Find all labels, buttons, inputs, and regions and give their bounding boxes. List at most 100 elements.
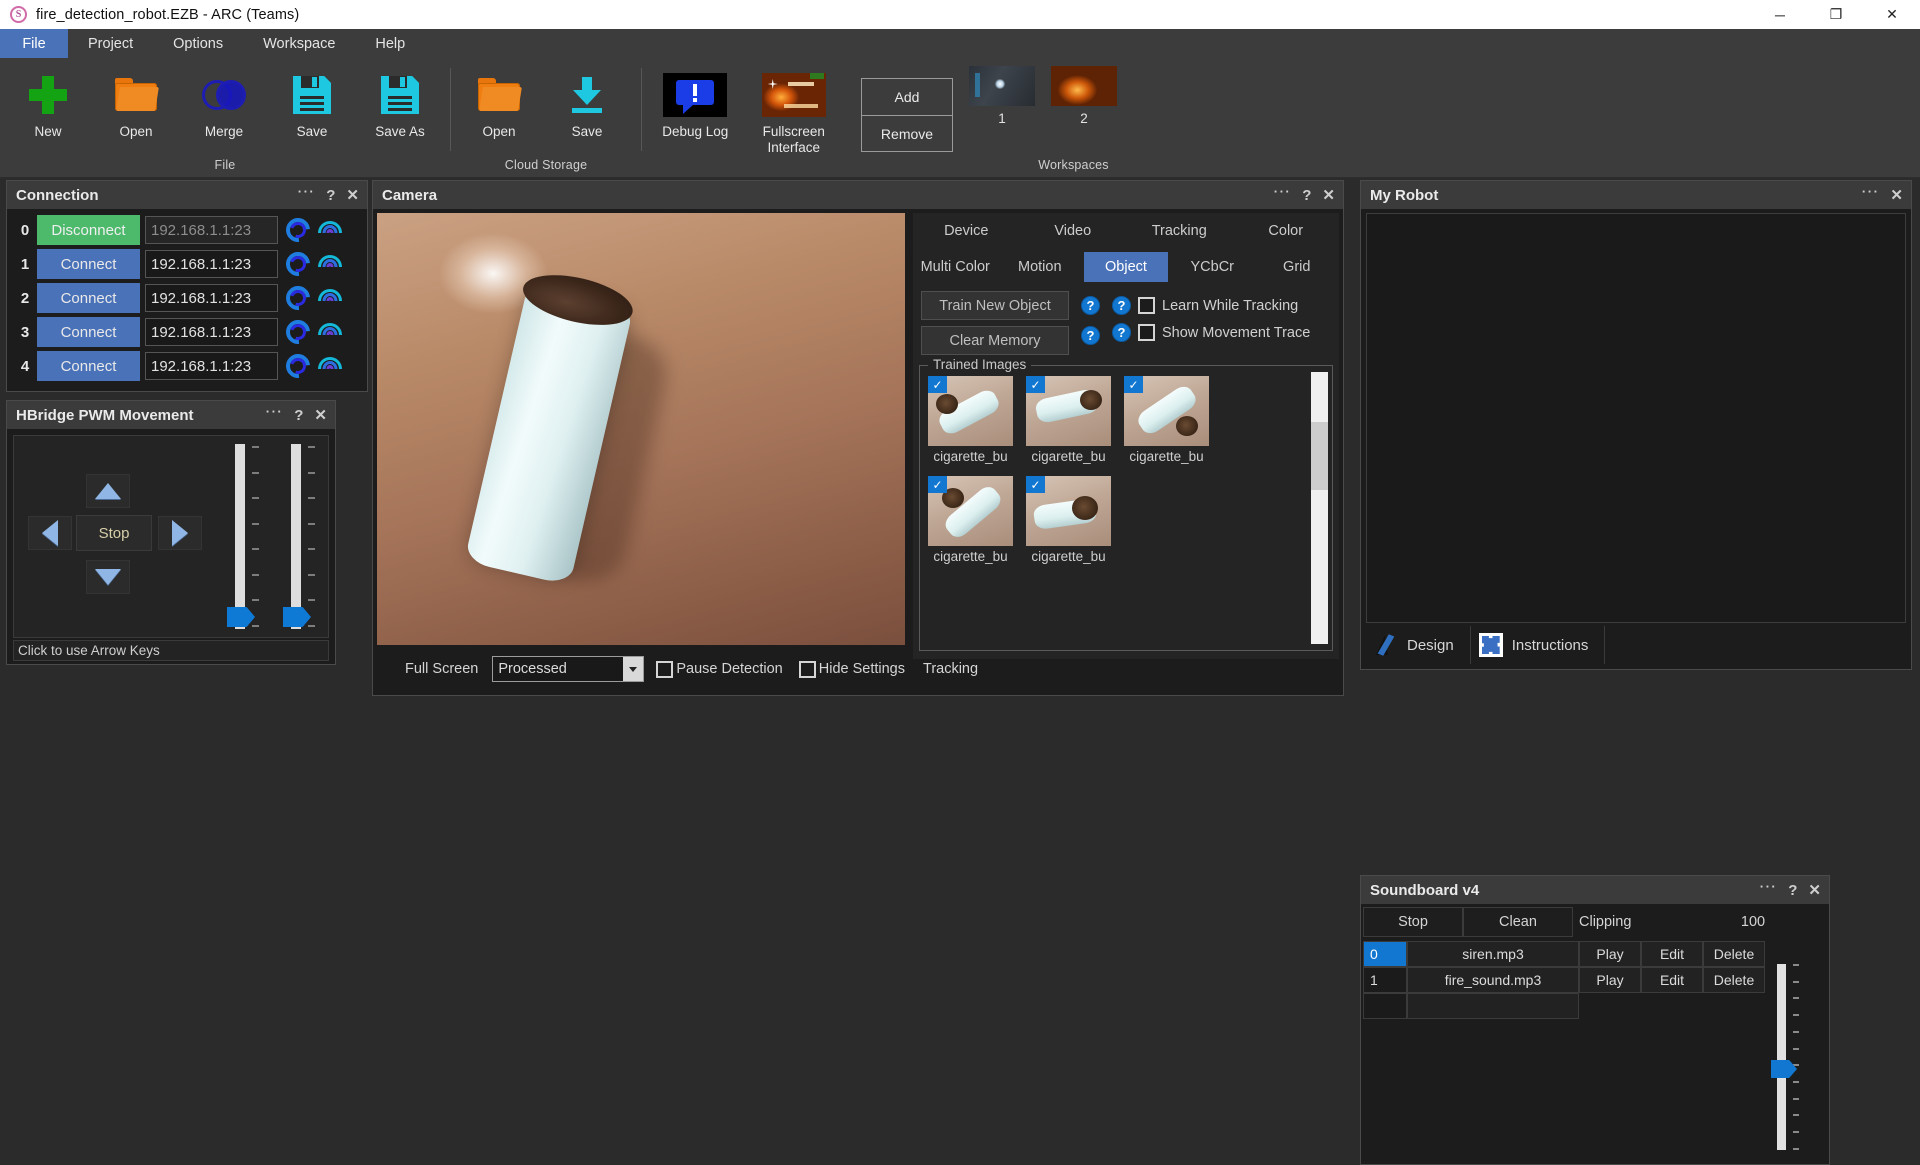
- menu-item-project[interactable]: Project: [68, 29, 153, 58]
- maximize-button[interactable]: ❐: [1808, 0, 1864, 29]
- move-right-button[interactable]: [158, 516, 202, 550]
- sound-file-name[interactable]: fire_sound.mp3: [1407, 967, 1579, 993]
- ribbon-save-as-button[interactable]: Save As: [356, 66, 444, 140]
- trained-images-scrollbar[interactable]: [1311, 372, 1328, 644]
- connection-toggle-button-0[interactable]: Disconnect: [37, 215, 140, 245]
- sync-icon[interactable]: [285, 319, 311, 345]
- wifi-icon[interactable]: [317, 253, 343, 275]
- sound-edit-button[interactable]: Edit: [1641, 967, 1703, 993]
- right-slider-thumb[interactable]: [283, 607, 311, 627]
- hbridge-close-button[interactable]: ✕: [314, 408, 327, 423]
- ribbon-save-button[interactable]: Save: [268, 66, 356, 140]
- menu-item-workspace[interactable]: Workspace: [243, 29, 355, 58]
- trained-image-checkbox[interactable]: ✓: [928, 476, 947, 493]
- menu-item-options[interactable]: Options: [153, 29, 243, 58]
- menu-item-file[interactable]: File: [0, 29, 68, 58]
- sound-delete-button[interactable]: Delete: [1703, 967, 1765, 993]
- wifi-icon[interactable]: [317, 321, 343, 343]
- connection-toggle-button-4[interactable]: Connect: [37, 351, 140, 381]
- connection-toggle-button-2[interactable]: Connect: [37, 283, 140, 313]
- trained-image-item[interactable]: ✓ cigarette_bu: [1124, 376, 1209, 464]
- connection-ip-input-0[interactable]: 192.168.1.1:23: [145, 216, 278, 244]
- soundboard-volume-slider[interactable]: [1773, 964, 1819, 1150]
- my-robot-close-button[interactable]: ✕: [1890, 188, 1903, 203]
- connection-ip-input-1[interactable]: 192.168.1.1:23: [145, 250, 278, 278]
- connection-ip-input-3[interactable]: 192.168.1.1:23: [145, 318, 278, 346]
- workspace-item-1[interactable]: 1: [961, 66, 1043, 126]
- stop-button[interactable]: Stop: [76, 515, 152, 551]
- trained-image-item[interactable]: ✓ cigarette_bu: [1026, 476, 1111, 564]
- trained-image-checkbox[interactable]: ✓: [928, 376, 947, 393]
- ribbon-merge-button[interactable]: Merge: [180, 66, 268, 140]
- minimize-button[interactable]: ─: [1752, 0, 1808, 29]
- table-row[interactable]: 0 siren.mp3 Play Edit Delete: [1363, 941, 1827, 967]
- left-slider-thumb[interactable]: [227, 607, 255, 627]
- move-left-button[interactable]: [28, 516, 72, 550]
- sound-play-button[interactable]: Play: [1579, 941, 1641, 967]
- tab-color[interactable]: Color: [1235, 216, 1338, 246]
- tab-multi-color[interactable]: Multi Color: [915, 252, 996, 282]
- hbridge-help-button[interactable]: ?: [294, 408, 303, 423]
- ribbon-cloud-open-button[interactable]: Open: [455, 66, 543, 140]
- hide-settings-checkbox[interactable]: [799, 661, 816, 678]
- tab-design[interactable]: Design: [1366, 626, 1471, 664]
- wifi-icon[interactable]: [317, 355, 343, 377]
- trained-image-checkbox[interactable]: ✓: [1026, 376, 1045, 393]
- help-icon[interactable]: ?: [1112, 296, 1131, 315]
- sync-icon[interactable]: [285, 285, 311, 311]
- trained-image-item[interactable]: ✓ cigarette_bu: [928, 376, 1013, 464]
- soundboard-close-button[interactable]: ✕: [1808, 883, 1821, 898]
- ribbon-debug-log-button[interactable]: Debug Log: [646, 66, 745, 140]
- tab-grid[interactable]: Grid: [1257, 252, 1338, 282]
- connection-ip-input-4[interactable]: 192.168.1.1:23: [145, 352, 278, 380]
- table-row[interactable]: [1363, 993, 1827, 1019]
- workspace-add-button[interactable]: Add: [862, 79, 952, 115]
- learn-while-tracking-checkbox[interactable]: [1138, 297, 1155, 314]
- trained-image-checkbox[interactable]: ✓: [1124, 376, 1143, 393]
- tab-device[interactable]: Device: [915, 216, 1018, 246]
- trained-image-item[interactable]: ✓ cigarette_bu: [1026, 376, 1111, 464]
- tab-ycbcr[interactable]: YCbCr: [1172, 252, 1253, 282]
- workspace-remove-button[interactable]: Remove: [862, 115, 952, 151]
- tab-motion[interactable]: Motion: [1000, 252, 1081, 282]
- sync-icon[interactable]: [285, 217, 311, 243]
- ribbon-open-button[interactable]: Open: [92, 66, 180, 140]
- trained-image-checkbox[interactable]: ✓: [1026, 476, 1045, 493]
- soundboard-stop-button[interactable]: Stop: [1363, 907, 1463, 937]
- hbridge-control-area[interactable]: Stop: [13, 435, 329, 638]
- scrollbar-thumb[interactable]: [1311, 422, 1328, 490]
- show-movement-trace-checkbox[interactable]: [1138, 324, 1155, 341]
- ribbon-new-button[interactable]: New: [4, 66, 92, 140]
- connection-menu-button[interactable]: ···: [298, 185, 316, 198]
- my-robot-design-canvas[interactable]: [1366, 213, 1906, 623]
- trained-image-item[interactable]: ✓ cigarette_bu: [928, 476, 1013, 564]
- connection-ip-input-2[interactable]: 192.168.1.1:23: [145, 284, 278, 312]
- sound-delete-button[interactable]: Delete: [1703, 941, 1765, 967]
- move-reverse-button[interactable]: [86, 560, 130, 594]
- connection-help-button[interactable]: ?: [326, 188, 335, 203]
- tab-object[interactable]: Object: [1084, 252, 1168, 282]
- clear-memory-button[interactable]: Clear Memory: [921, 326, 1069, 355]
- wifi-icon[interactable]: [317, 219, 343, 241]
- chevron-down-icon[interactable]: [623, 657, 643, 681]
- sync-icon[interactable]: [285, 353, 311, 379]
- tab-instructions[interactable]: Instructions: [1471, 626, 1606, 664]
- camera-help-button[interactable]: ?: [1302, 188, 1311, 203]
- ribbon-cloud-save-button[interactable]: Save: [543, 66, 631, 140]
- camera-mode-select[interactable]: Processed: [492, 656, 644, 682]
- left-slider-track[interactable]: [235, 444, 245, 629]
- full-screen-button[interactable]: Full Screen: [405, 661, 478, 677]
- tab-video[interactable]: Video: [1022, 216, 1125, 246]
- left-speed-slider[interactable]: [226, 444, 272, 629]
- connection-close-button[interactable]: ✕: [346, 188, 359, 203]
- soundboard-menu-button[interactable]: ···: [1760, 880, 1778, 893]
- workspace-item-2[interactable]: 2: [1043, 66, 1125, 126]
- connection-toggle-button-3[interactable]: Connect: [37, 317, 140, 347]
- train-new-object-button[interactable]: Train New Object: [921, 291, 1069, 320]
- right-slider-track[interactable]: [291, 444, 301, 629]
- sound-edit-button[interactable]: Edit: [1641, 941, 1703, 967]
- camera-menu-button[interactable]: ···: [1274, 185, 1292, 198]
- pause-detection-checkbox[interactable]: [656, 661, 673, 678]
- camera-close-button[interactable]: ✕: [1322, 188, 1335, 203]
- help-icon[interactable]: ?: [1081, 326, 1100, 345]
